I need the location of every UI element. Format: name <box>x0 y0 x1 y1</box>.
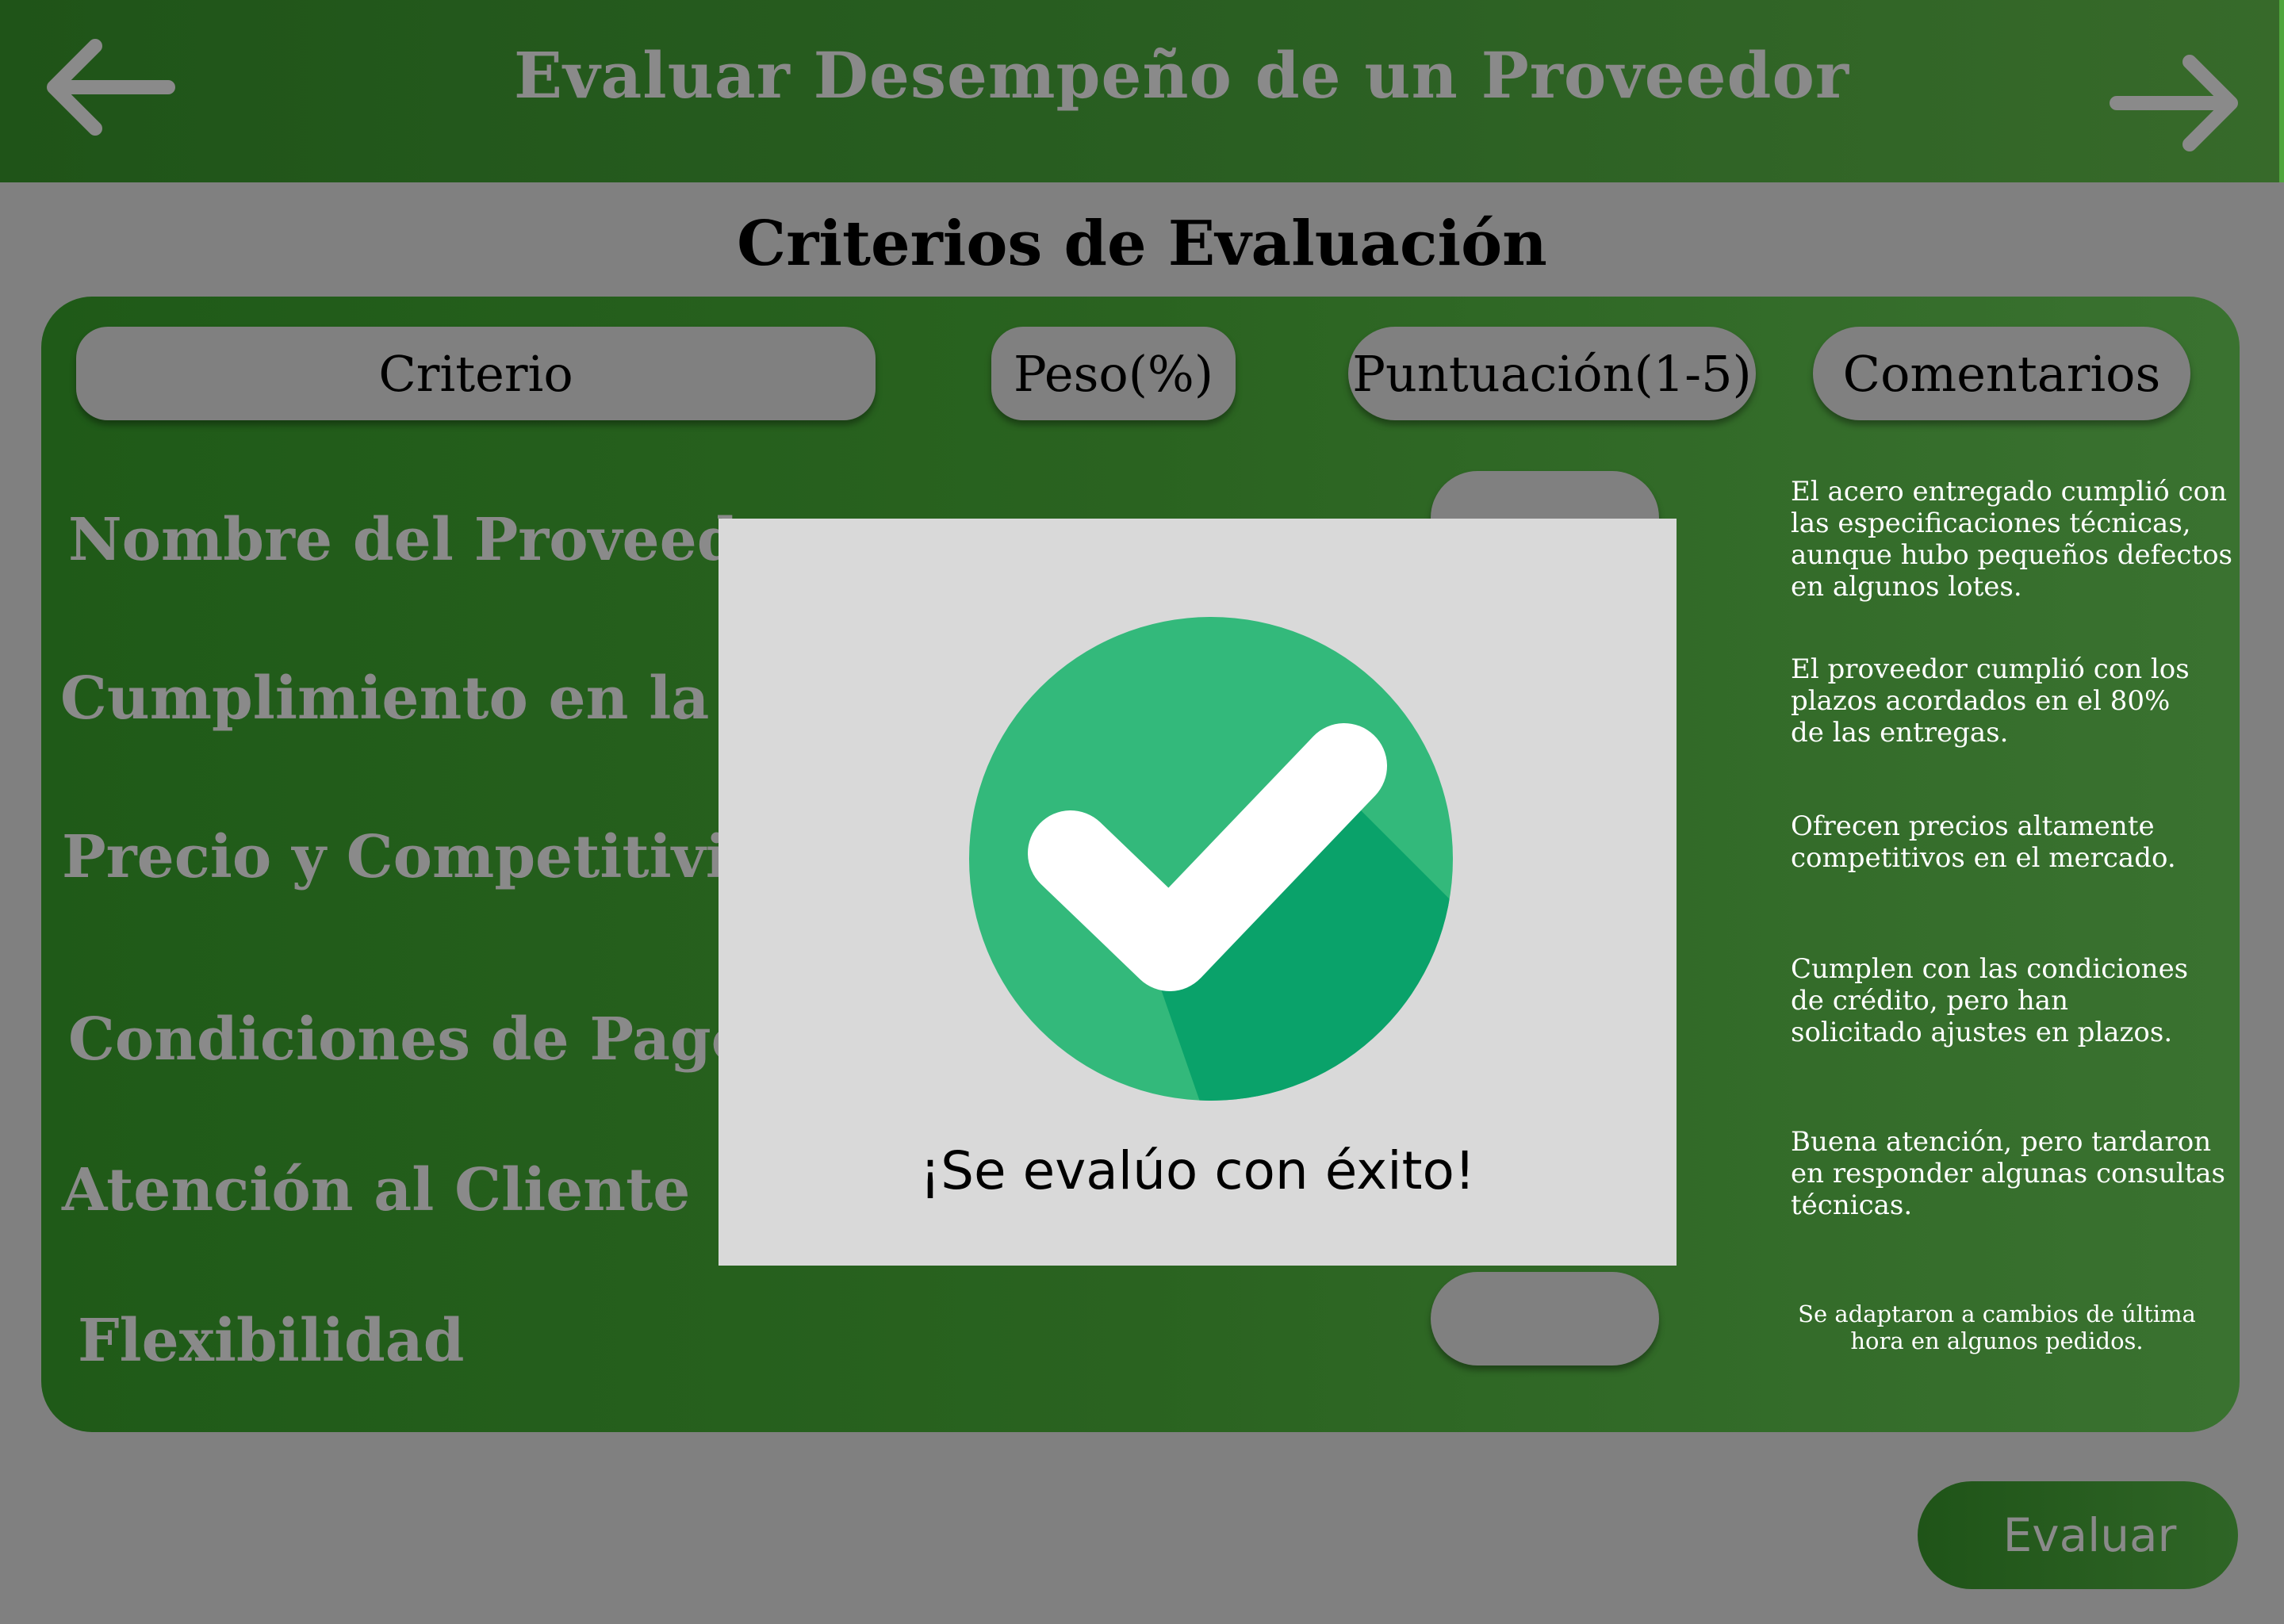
column-header-puntuacion: Puntuación(1-5) <box>1348 327 1756 420</box>
evaluate-button[interactable]: Evaluar <box>1918 1481 2238 1589</box>
check-circle-icon <box>969 617 1453 1101</box>
criterion-label: Flexibilidad <box>78 1307 465 1375</box>
comment-text: Ofrecen precios altamente competitivos e… <box>1791 810 2176 874</box>
criterion-label: Precio y Competitivida <box>62 823 807 891</box>
comment-text: El proveedor cumplió con los plazos acor… <box>1791 653 2190 749</box>
section-title: Criterios de Evaluación <box>737 208 1547 280</box>
score-input[interactable] <box>1431 1272 1659 1365</box>
comment-text: Se adaptaron a cambios de última hora en… <box>1798 1300 2196 1354</box>
criterion-label: Nombre del Proveedor <box>68 506 808 574</box>
header-accent-line <box>2279 0 2284 182</box>
comment-text: Cumplen con las condiciones de crédito, … <box>1791 953 2189 1048</box>
arrow-right-icon[interactable] <box>2106 48 2248 159</box>
criterion-label: Atención al Cliente <box>62 1156 691 1224</box>
top-bar: Evaluar Desempeño de un Proveedor <box>0 0 2284 182</box>
criterion-label: Condiciones de Pago <box>68 1005 751 1074</box>
page-title: Evaluar Desempeño de un Proveedor <box>513 38 1849 113</box>
criterion-label: Cumplimiento en la En <box>60 665 818 733</box>
column-header-peso: Peso(%) <box>991 327 1236 420</box>
comment-text: Buena atención, pero tardaron en respond… <box>1791 1126 2225 1221</box>
comment-text: El acero entregado cumplió con las espec… <box>1791 476 2232 603</box>
success-modal: ¡Se evalúo con éxito! <box>719 519 1677 1266</box>
column-header-comentarios: Comentarios <box>1813 327 2190 420</box>
column-header-criterio: Criterio <box>76 327 876 420</box>
success-message: ¡Se evalúo con éxito! <box>919 1140 1476 1201</box>
